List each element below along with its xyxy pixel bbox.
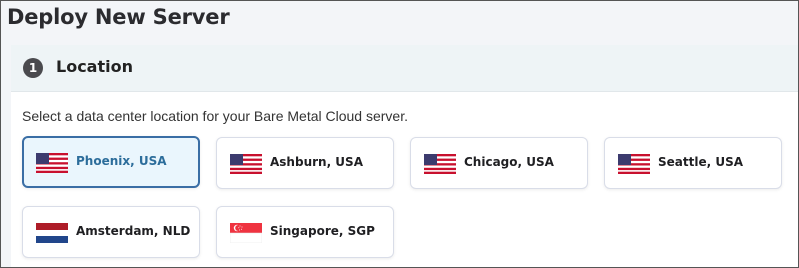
location-label: Seattle, USA xyxy=(658,155,744,169)
step-number-badge: 1 xyxy=(23,58,43,78)
nl-flag-icon xyxy=(36,223,68,243)
location-card-phoenix[interactable]: Phoenix, USA xyxy=(22,136,200,188)
us-flag-icon xyxy=(230,154,262,174)
us-flag-icon xyxy=(618,154,650,174)
location-card-singapore[interactable]: Singapore, SGP xyxy=(216,206,394,258)
location-label: Chicago, USA xyxy=(464,155,554,169)
location-section: 1 Location Select a data center location… xyxy=(11,45,798,267)
location-label: Ashburn, USA xyxy=(270,155,363,169)
location-card-chicago[interactable]: Chicago, USA xyxy=(410,137,588,189)
location-card-seattle[interactable]: Seattle, USA xyxy=(604,137,782,189)
location-instructions: Select a data center location for your B… xyxy=(22,108,408,124)
location-label: Amsterdam, NLD xyxy=(76,224,191,238)
location-section-header: 1 Location xyxy=(11,45,798,92)
location-card-ashburn[interactable]: Ashburn, USA xyxy=(216,137,394,189)
us-flag-icon xyxy=(424,154,456,174)
app-frame: Deploy New Server 1 Location Select a da… xyxy=(0,0,799,268)
location-label: Phoenix, USA xyxy=(76,154,167,168)
us-flag-icon xyxy=(36,153,68,173)
location-label: Singapore, SGP xyxy=(270,224,375,238)
location-card-amsterdam[interactable]: Amsterdam, NLD xyxy=(22,206,200,258)
section-title: Location xyxy=(56,57,133,76)
sg-flag-icon xyxy=(230,223,262,243)
page-title: Deploy New Server xyxy=(7,5,230,29)
